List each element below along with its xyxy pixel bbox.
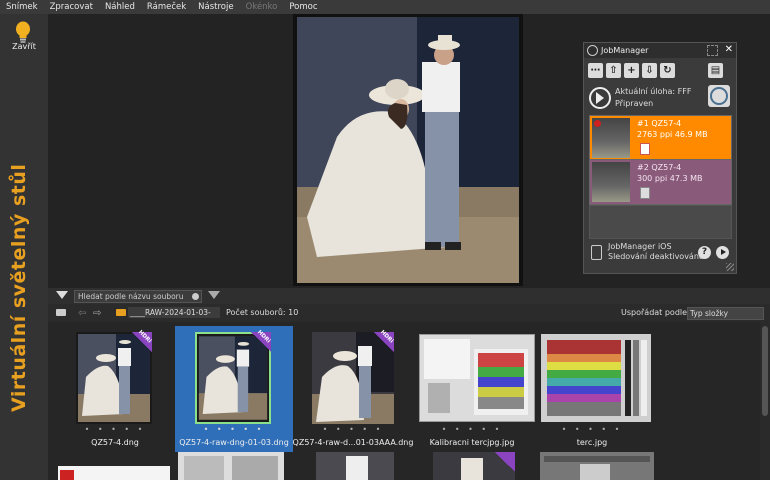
- search-input[interactable]: Hledat podle názvu souboru: [74, 290, 202, 303]
- close-label: Zavřít: [12, 42, 36, 51]
- thumbnail-grid[interactable]: HDRi • • • • • QZ57-4.dng HDRi • • • • •…: [48, 322, 760, 480]
- refresh-icon[interactable]: ↻: [660, 63, 675, 78]
- hdr-badge: HDRi: [132, 329, 152, 352]
- advanced-filter-icon[interactable]: [208, 291, 220, 299]
- thumbnail-item[interactable]: [433, 452, 515, 480]
- clipboard-icon[interactable]: ▤: [708, 63, 723, 78]
- thumbnail-caption: terc.jpg: [576, 438, 608, 447]
- hdr-badge: HDRi: [374, 329, 394, 352]
- jobmanager-logo-icon: [587, 45, 598, 56]
- search-placeholder: Hledat podle názvu souboru: [78, 292, 184, 301]
- settings-icon[interactable]: [708, 85, 730, 107]
- thumbnail-caption: QZ57-4-raw-dng-01-03.dng: [179, 438, 289, 447]
- jobmanager-toolbar: ⋯ ⇧ + ⇩ ↻ ▤: [588, 63, 723, 78]
- folder-path: ____RAW-2024-01-03-: [130, 308, 211, 317]
- filter-bar: Hledat podle názvu souboru: [48, 288, 770, 304]
- thumbnail-scrollbar[interactable]: [760, 322, 770, 480]
- float-icon[interactable]: [707, 45, 718, 56]
- sort-label: Uspořádat podle: [621, 308, 688, 317]
- thumbnail-item[interactable]: [540, 452, 654, 480]
- thumbnail-caption: Kalibracni tercjpg.jpg: [429, 438, 515, 447]
- vertical-title: Virtuální světelný stůl: [8, 163, 30, 412]
- thumbnail-item[interactable]: [178, 452, 284, 480]
- tracking-status: Sledování deaktivováno: [608, 252, 704, 261]
- thumbnail-item[interactable]: [316, 452, 394, 480]
- menu-ramecek[interactable]: Rámeček: [141, 2, 192, 12]
- forward-button[interactable]: [716, 246, 729, 259]
- path-bar: ⇦ ⇨ ____RAW-2024-01-03- Počet souborů: 1…: [48, 304, 770, 323]
- ios-label: JobManager iOS: [608, 242, 672, 251]
- current-task-label: Aktuální úloha: FFF: [615, 87, 692, 96]
- jobmanager-titlebar: JobManager ✕: [584, 43, 736, 58]
- play-icon: [596, 92, 604, 104]
- forward-arrow-icon[interactable]: ⇨: [93, 308, 101, 319]
- job-thumbnail: [592, 162, 630, 202]
- job-item-2[interactable]: #2 QZ57-4 300 ppi 47.3 MB: [589, 159, 732, 205]
- menu-zpracovat[interactable]: Zpracovat: [44, 2, 99, 12]
- thumbnail-item[interactable]: HDRi • • • • • QZ57-4-raw-d...01-03AAA.d…: [293, 326, 414, 452]
- photo-illustration: [297, 17, 519, 283]
- job-details: 300 ppi 47.3 MB: [637, 174, 703, 183]
- job-name: #2 QZ57-4: [637, 163, 682, 172]
- clear-search-icon[interactable]: [192, 293, 199, 300]
- thumbnail-caption: QZ57-4-raw-d...01-03AAA.dng: [292, 438, 414, 447]
- thumbnail-item[interactable]: [58, 466, 170, 480]
- play-button[interactable]: [589, 87, 611, 109]
- add-icon[interactable]: +: [624, 63, 639, 78]
- left-sidebar: Zavřít Virtuální světelný stůl: [0, 14, 48, 480]
- menu-bar: Snímek Zpracovat Náhled Rámeček Nástroje…: [0, 0, 770, 14]
- sort-value: Typ složky: [690, 309, 729, 318]
- ios-icon[interactable]: [591, 245, 602, 260]
- upload-icon[interactable]: ⇧: [606, 63, 621, 78]
- back-arrow-icon[interactable]: ⇦: [78, 308, 86, 319]
- filter-icon[interactable]: [56, 291, 68, 299]
- sort-select[interactable]: Typ složky: [687, 307, 764, 320]
- rating-dots[interactable]: • • • • •: [413, 425, 531, 434]
- scrollbar-thumb[interactable]: [762, 326, 768, 416]
- folder-browse-icon[interactable]: [56, 309, 66, 316]
- job-name: #1 QZ57-4: [637, 119, 682, 128]
- menu-snimek[interactable]: Snímek: [0, 2, 44, 12]
- main-photo[interactable]: [297, 17, 519, 283]
- rating-dots[interactable]: • • • • •: [175, 425, 293, 434]
- jobmanager-panel: JobManager ✕ ⋯ ⇧ + ⇩ ↻ ▤ Aktuální úloha:…: [583, 42, 737, 274]
- thumbnail-caption: QZ57-4.dng: [91, 438, 139, 447]
- rating-dots[interactable]: • • • • •: [294, 425, 412, 434]
- thumbnail-image: [419, 334, 535, 422]
- status-label: Připraven: [615, 99, 654, 108]
- rating-dots[interactable]: • • • • •: [533, 425, 651, 434]
- rating-dots[interactable]: • • • • •: [56, 425, 174, 434]
- arrow-right-icon: [721, 249, 726, 255]
- more-icon[interactable]: ⋯: [588, 63, 603, 78]
- jobmanager-title: JobManager: [601, 46, 649, 55]
- help-button[interactable]: ?: [698, 246, 711, 259]
- close-icon[interactable]: ✕: [725, 44, 733, 55]
- job-item-1[interactable]: #1 QZ57-4 2763 ppi 46.9 MB: [589, 115, 732, 161]
- menu-nahled[interactable]: Náhled: [99, 2, 141, 12]
- file-icon: [640, 143, 650, 155]
- file-icon: [640, 187, 650, 199]
- resize-grip-icon[interactable]: [726, 263, 734, 271]
- thumbnail-item[interactable]: • • • • • Kalibracni tercjpg.jpg: [413, 326, 535, 452]
- menu-nastroje[interactable]: Nástroje: [192, 2, 239, 12]
- folder-path-field[interactable]: ____RAW-2024-01-03-: [128, 307, 220, 318]
- jobs-empty-area: [589, 205, 732, 239]
- file-count: Počet souborů: 10: [226, 308, 299, 317]
- thumbnail-image: [541, 334, 651, 422]
- thumbnail-item[interactable]: HDRi • • • • • QZ57-4.dng: [56, 326, 174, 452]
- download-icon[interactable]: ⇩: [642, 63, 657, 78]
- job-error-icon: [594, 120, 601, 127]
- thumbnail-item[interactable]: • • • • • terc.jpg: [533, 326, 651, 452]
- hdr-badge: HDRi: [251, 329, 271, 352]
- folder-icon: [116, 309, 126, 316]
- menu-okenko: Okénko: [245, 2, 278, 12]
- menu-pomoc[interactable]: Pomoc: [283, 2, 323, 12]
- job-details: 2763 ppi 46.9 MB: [637, 130, 708, 139]
- thumbnail-item-selected[interactable]: HDRi • • • • • QZ57-4-raw-dng-01-03.dng: [175, 326, 293, 452]
